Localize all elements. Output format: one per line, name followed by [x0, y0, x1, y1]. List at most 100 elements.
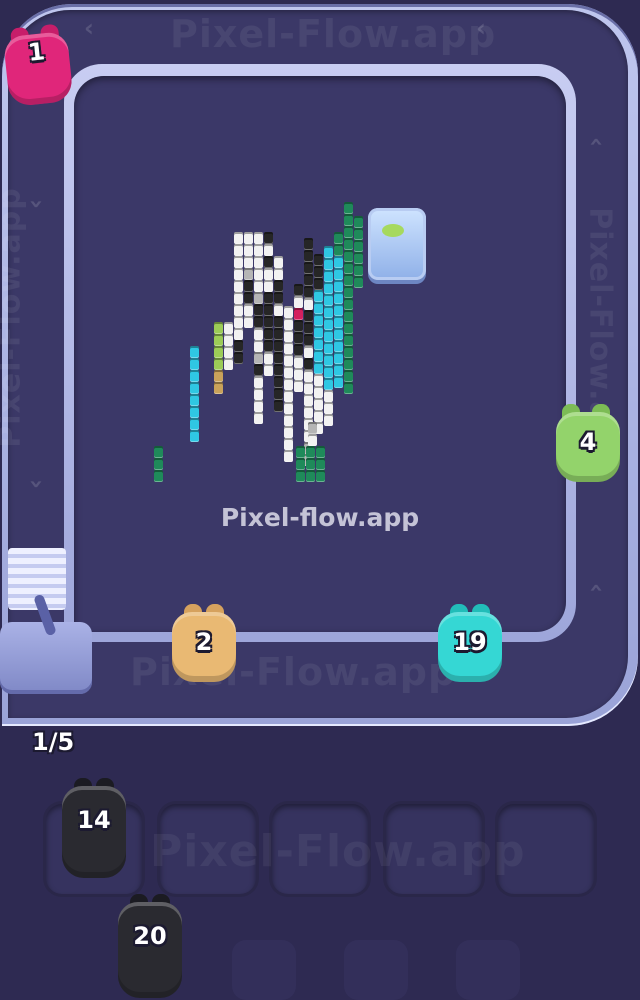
pixel-block — [264, 328, 273, 340]
track-watermark-left: Pixel-Flow.app — [0, 187, 28, 448]
queue-counter: 1/5 — [32, 728, 75, 756]
pixel-block — [274, 256, 283, 268]
pixel-block — [254, 292, 263, 304]
pixel-block — [306, 446, 315, 458]
pixel-block — [344, 238, 353, 250]
pixel-block — [214, 334, 223, 346]
pixel-block — [324, 294, 333, 306]
shooter-count: 2 — [195, 628, 213, 656]
pixel-block — [234, 352, 243, 364]
pixel-block — [344, 286, 353, 298]
pixel-block — [294, 344, 303, 356]
pixel-block — [314, 350, 323, 362]
pixel-block — [334, 328, 343, 340]
pixel-block — [314, 386, 323, 398]
pixel-block — [324, 414, 333, 426]
pixel-block — [324, 330, 333, 342]
pixel-block — [284, 402, 293, 414]
pixel-block — [314, 410, 323, 422]
pixel-block — [254, 244, 263, 256]
pixel-block — [234, 328, 243, 340]
bottom-slot — [232, 940, 296, 1000]
pixel-block — [284, 438, 293, 450]
pixel-block — [264, 268, 273, 280]
pixel-block — [274, 352, 283, 364]
pixel-block — [284, 450, 293, 462]
pixel-block — [284, 318, 293, 330]
pixel-block — [190, 406, 199, 418]
pixel-block — [344, 346, 353, 358]
shooter-cyan[interactable]: 19 — [438, 604, 502, 684]
game-board — [74, 76, 566, 632]
pixel-block — [304, 310, 313, 322]
pixel-block — [284, 330, 293, 342]
pixel-block — [254, 412, 263, 424]
pixel-block — [314, 254, 323, 266]
pixel-block — [190, 346, 199, 358]
pixel-block — [344, 322, 353, 334]
pixel-block — [284, 414, 293, 426]
pixel-block — [234, 340, 243, 352]
pixel-block — [244, 304, 253, 316]
pixel-block — [214, 358, 223, 370]
chevron-left-icon: ‹ — [84, 14, 94, 42]
pixel-block — [304, 358, 313, 370]
pixel-block — [224, 358, 233, 370]
pixel-block — [334, 268, 343, 280]
pixel-block — [294, 296, 303, 308]
pixel-block — [308, 434, 317, 446]
pixel-block — [214, 382, 223, 394]
pixel-block — [284, 354, 293, 366]
ice-core-icon — [382, 224, 404, 237]
shooter-black-waiting[interactable]: 20 — [118, 894, 182, 998]
pixel-block — [284, 306, 293, 318]
shooter-tan[interactable]: 2 — [172, 604, 236, 684]
shooter-black-waiting[interactable]: 14 — [62, 778, 126, 878]
launcher-base[interactable] — [0, 593, 92, 694]
pixel-block — [304, 334, 313, 346]
pixel-block — [214, 370, 223, 382]
pixel-block — [304, 382, 313, 394]
pixel-block — [190, 418, 199, 430]
pixel-block — [304, 238, 313, 250]
shooter-green[interactable]: 4 — [556, 404, 620, 484]
pixel-block — [254, 376, 263, 388]
pixel-block — [264, 280, 273, 292]
pixel-block — [190, 358, 199, 370]
pixel-block — [316, 470, 325, 482]
pixel-block — [304, 298, 313, 310]
pixel-block — [324, 270, 333, 282]
pixel-block — [254, 400, 263, 412]
pixel-block — [244, 268, 253, 280]
pixel-block — [296, 470, 305, 482]
pixel-block — [274, 364, 283, 376]
pixel-block — [254, 280, 263, 292]
pixel-block — [314, 290, 323, 302]
pixel-block — [354, 216, 363, 228]
pixel-block — [154, 458, 163, 470]
pixel-block — [344, 262, 353, 274]
pixel-block — [244, 244, 253, 256]
pixel-block — [274, 340, 283, 352]
chevron-down-icon: ‹ — [20, 479, 49, 489]
pixel-block — [334, 232, 343, 244]
pixel-block — [344, 382, 353, 394]
pixel-block — [316, 446, 325, 458]
pixel-block — [214, 322, 223, 334]
pixel-block — [190, 382, 199, 394]
pixel-block — [234, 292, 243, 304]
pixel-block — [254, 256, 263, 268]
pixel-block — [308, 422, 317, 434]
pixel-block — [294, 368, 303, 380]
pixel-block — [264, 364, 273, 376]
pixel-block — [244, 292, 253, 304]
pixel-block — [334, 376, 343, 388]
pixel-block — [334, 280, 343, 292]
pixel-block — [334, 292, 343, 304]
pixel-block — [304, 346, 313, 358]
pixel-block — [324, 246, 333, 258]
pixel-block — [234, 244, 243, 256]
shooter-pink[interactable]: 1 — [2, 23, 74, 109]
pixel-block — [190, 394, 199, 406]
pixel-block — [234, 304, 243, 316]
